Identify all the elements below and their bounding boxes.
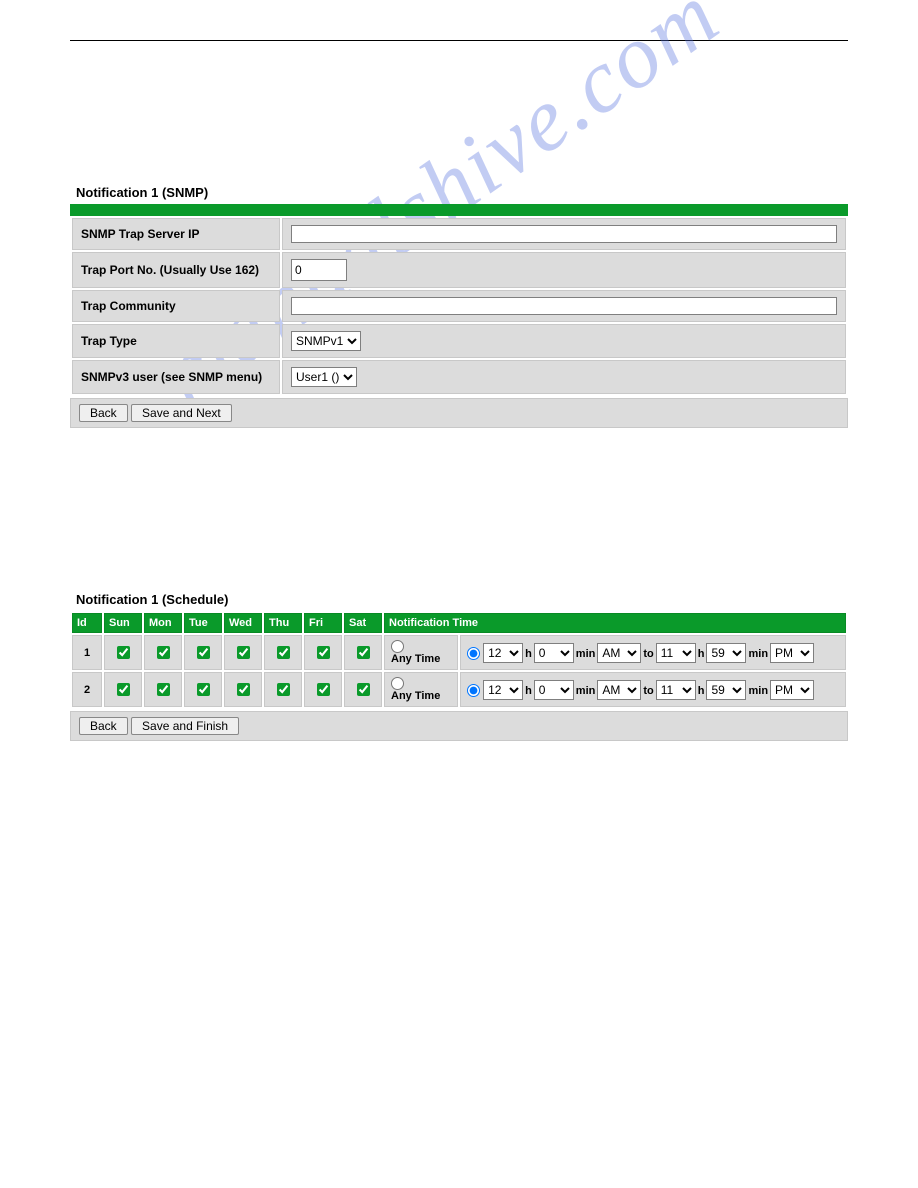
to-min-select[interactable]: 59 (706, 680, 746, 700)
day-checkbox[interactable] (357, 683, 370, 696)
day-cell (344, 635, 382, 670)
save-next-button[interactable]: Save and Next (131, 404, 232, 422)
snmp-title: Notification 1 (SNMP) (70, 181, 848, 204)
to-ampm-select[interactable]: PM (770, 643, 814, 663)
schedule-row: 1Any Time 12h0minAMto11h59minPM (72, 635, 846, 670)
snmpv3-user-select[interactable]: User1 () (291, 367, 357, 387)
row-id: 1 (72, 635, 102, 670)
anytime-cell: Any Time (384, 635, 458, 670)
back-button[interactable]: Back (79, 404, 128, 422)
trap-type-label: Trap Type (72, 324, 280, 358)
to-min-select[interactable]: 59 (706, 643, 746, 663)
th-sun: Sun (104, 613, 142, 633)
day-cell (264, 672, 302, 707)
th-id: Id (72, 613, 102, 633)
h-label: h (525, 685, 532, 697)
anytime-label: Any Time (391, 653, 440, 665)
snmp-button-row: Back Save and Next (70, 398, 848, 428)
min-label: min (576, 648, 596, 660)
day-cell (224, 635, 262, 670)
trap-port-label: Trap Port No. (Usually Use 162) (72, 252, 280, 288)
day-checkbox[interactable] (237, 683, 250, 696)
day-cell (344, 672, 382, 707)
back-button[interactable]: Back (79, 717, 128, 735)
th-notif-time: Notification Time (384, 613, 846, 633)
from-ampm-select[interactable]: AM (597, 643, 641, 663)
day-checkbox[interactable] (197, 683, 210, 696)
day-checkbox[interactable] (317, 646, 330, 659)
save-finish-button[interactable]: Save and Finish (131, 717, 239, 735)
schedule-row: 2Any Time 12h0minAMto11h59minPM (72, 672, 846, 707)
schedule-panel: Notification 1 (Schedule) Id Sun Mon Tue… (70, 588, 848, 741)
schedule-button-row: Back Save and Finish (70, 711, 848, 741)
timerange-radio[interactable] (467, 684, 480, 697)
th-mon: Mon (144, 613, 182, 633)
from-min-select[interactable]: 0 (534, 680, 574, 700)
day-checkbox[interactable] (277, 683, 290, 696)
min-label: min (748, 685, 768, 697)
day-cell (264, 635, 302, 670)
from-hour-select[interactable]: 12 (483, 680, 523, 700)
th-tue: Tue (184, 613, 222, 633)
trap-community-label: Trap Community (72, 290, 280, 322)
page-top-rule (70, 40, 848, 41)
day-cell (144, 635, 182, 670)
day-cell (104, 635, 142, 670)
min-label: min (748, 648, 768, 660)
time-range-cell: 12h0minAMto11h59minPM (460, 672, 846, 707)
th-fri: Fri (304, 613, 342, 633)
day-cell (104, 672, 142, 707)
h-label: h (698, 648, 705, 660)
day-cell (144, 672, 182, 707)
timerange-radio[interactable] (467, 647, 480, 660)
day-cell (184, 672, 222, 707)
from-hour-select[interactable]: 12 (483, 643, 523, 663)
to-label: to (643, 648, 653, 660)
day-checkbox[interactable] (277, 646, 290, 659)
to-hour-select[interactable]: 11 (656, 643, 696, 663)
row-id: 2 (72, 672, 102, 707)
day-cell (224, 672, 262, 707)
day-checkbox[interactable] (157, 646, 170, 659)
day-checkbox[interactable] (357, 646, 370, 659)
snmp-green-bar (70, 204, 848, 216)
trap-server-ip-input[interactable] (291, 225, 837, 243)
day-checkbox[interactable] (117, 683, 130, 696)
from-ampm-select[interactable]: AM (597, 680, 641, 700)
day-checkbox[interactable] (237, 646, 250, 659)
h-label: h (698, 685, 705, 697)
day-checkbox[interactable] (317, 683, 330, 696)
day-checkbox[interactable] (117, 646, 130, 659)
th-sat: Sat (344, 613, 382, 633)
to-label: to (643, 685, 653, 697)
trap-type-select[interactable]: SNMPv1 (291, 331, 361, 351)
time-range-cell: 12h0minAMto11h59minPM (460, 635, 846, 670)
day-cell (184, 635, 222, 670)
anytime-label: Any Time (391, 690, 440, 702)
th-wed: Wed (224, 613, 262, 633)
anytime-radio[interactable] (391, 640, 404, 653)
day-cell (304, 672, 342, 707)
th-thu: Thu (264, 613, 302, 633)
schedule-title: Notification 1 (Schedule) (70, 588, 848, 611)
anytime-cell: Any Time (384, 672, 458, 707)
day-checkbox[interactable] (157, 683, 170, 696)
day-checkbox[interactable] (197, 646, 210, 659)
to-hour-select[interactable]: 11 (656, 680, 696, 700)
to-ampm-select[interactable]: PM (770, 680, 814, 700)
day-cell (304, 635, 342, 670)
min-label: min (576, 685, 596, 697)
trap-community-input[interactable] (291, 297, 837, 315)
trap-server-ip-label: SNMP Trap Server IP (72, 218, 280, 250)
anytime-radio[interactable] (391, 677, 404, 690)
from-min-select[interactable]: 0 (534, 643, 574, 663)
schedule-table: Id Sun Mon Tue Wed Thu Fri Sat Notificat… (70, 611, 848, 709)
snmp-panel: Notification 1 (SNMP) SNMP Trap Server I… (70, 181, 848, 428)
trap-port-input[interactable] (291, 259, 347, 281)
snmp-form-table: SNMP Trap Server IP Trap Port No. (Usual… (70, 216, 848, 396)
snmpv3-user-label: SNMPv3 user (see SNMP menu) (72, 360, 280, 394)
h-label: h (525, 648, 532, 660)
